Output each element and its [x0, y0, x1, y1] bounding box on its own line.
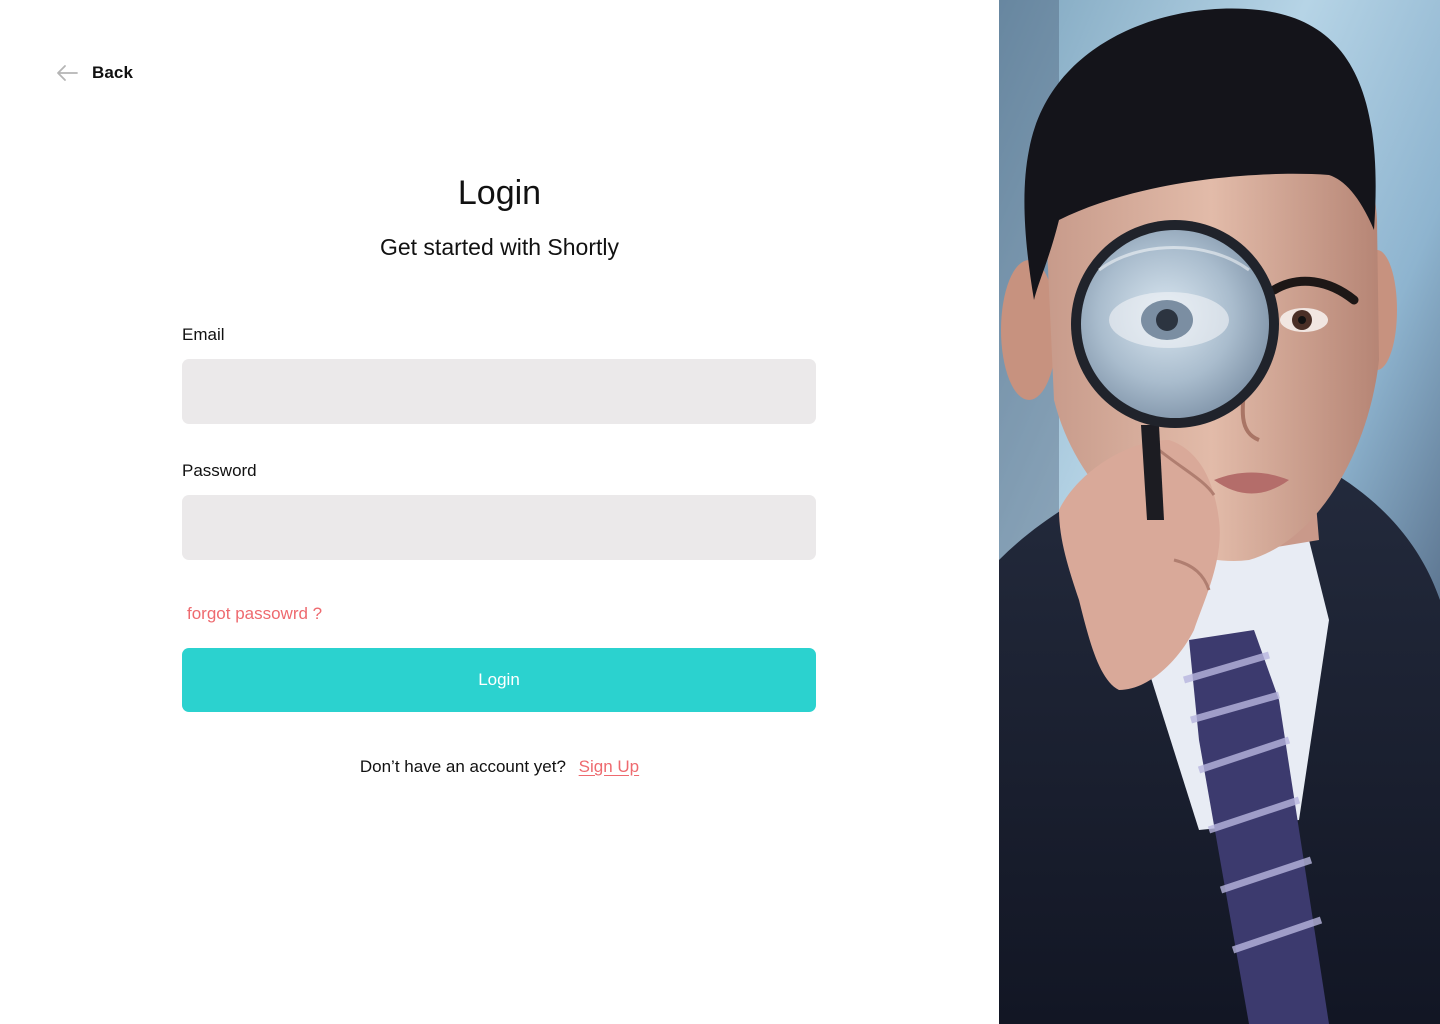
back-button[interactable]: Back	[56, 60, 133, 86]
password-label: Password	[182, 461, 257, 480]
password-field[interactable]	[182, 495, 816, 560]
hero-photo	[999, 0, 1440, 1024]
back-label: Back	[92, 63, 134, 82]
email-label: Email	[182, 325, 225, 344]
man-with-magnifying-glass-photo	[999, 0, 1440, 1024]
sign-up-link[interactable]: Sign Up	[579, 757, 639, 776]
login-panel: Back Login Get started with Shortly Emai…	[0, 0, 999, 1024]
signup-row: Don’t have an account yet? Sign Up	[0, 757, 999, 777]
login-button[interactable]: Login	[182, 648, 816, 712]
email-field[interactable]	[182, 359, 816, 424]
page-title: Login	[457, 174, 542, 212]
signup-prompt: Don’t have an account yet?	[359, 757, 566, 776]
arrow-left-icon	[57, 65, 78, 81]
page-subtitle: Get started with Shortly	[379, 234, 620, 260]
forgot-password-link[interactable]: forgot passowrd ?	[187, 604, 322, 624]
login-page: Back Login Get started with Shortly Emai…	[0, 0, 1440, 1024]
